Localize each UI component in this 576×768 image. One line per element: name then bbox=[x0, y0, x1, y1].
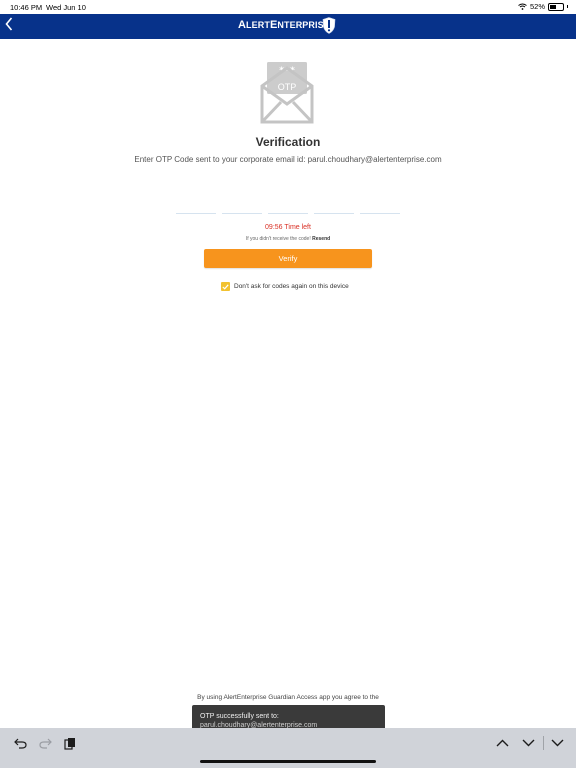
terms-text: By using AlertEnterprise Guardian Access… bbox=[197, 694, 379, 701]
chevron-down-icon[interactable] bbox=[521, 736, 535, 750]
shield-icon bbox=[322, 17, 336, 34]
remember-device-checkbox[interactable] bbox=[221, 282, 230, 291]
redo-icon[interactable] bbox=[38, 736, 52, 750]
page-title: Verification bbox=[255, 135, 321, 149]
status-bar: 10:46 PM Wed Jun 10 52% bbox=[0, 0, 576, 14]
otp-digit-input[interactable] bbox=[314, 200, 354, 214]
otp-instructions: Enter OTP Code sent to your corporate em… bbox=[134, 155, 442, 164]
chevron-left-icon bbox=[5, 17, 13, 31]
remember-device-option[interactable]: Don't ask for codes again on this device bbox=[221, 282, 349, 291]
remember-device-label: Don't ask for codes again on this device bbox=[234, 283, 349, 290]
status-right: 52% bbox=[518, 2, 568, 11]
status-date: Wed Jun 10 bbox=[46, 3, 86, 12]
svg-text:OTP: OTP bbox=[278, 82, 297, 92]
verify-button[interactable]: Verify bbox=[204, 249, 372, 268]
otp-digit-input[interactable] bbox=[360, 200, 400, 214]
keyboard-dismiss-icon[interactable] bbox=[550, 736, 564, 750]
status-time: 10:46 PM bbox=[10, 3, 43, 12]
paste-icon[interactable] bbox=[63, 736, 77, 750]
toast-message: OTP successfully sent to: bbox=[200, 713, 279, 720]
countdown-timer: 09:56 Time left bbox=[265, 224, 311, 231]
wifi-icon bbox=[518, 3, 527, 10]
undo-icon[interactable] bbox=[13, 736, 27, 750]
battery-percent: 52% bbox=[529, 2, 545, 11]
otp-envelope-icon: *** OTP bbox=[260, 62, 314, 124]
otp-digit-input[interactable] bbox=[222, 200, 262, 214]
brand-logo: ALERTENTERPRISE bbox=[238, 19, 330, 31]
back-button[interactable] bbox=[5, 17, 13, 36]
resend-prompt: If you didn't receive the code! bbox=[245, 236, 311, 242]
toolbar-divider bbox=[543, 736, 544, 750]
nav-bar: ALERTENTERPRISE bbox=[0, 14, 576, 39]
checkmark-icon bbox=[222, 283, 229, 290]
battery-icon bbox=[548, 2, 564, 11]
resend-link[interactable]: Resend bbox=[312, 236, 330, 242]
resend-line: If you didn't receive the code! Resend bbox=[0, 236, 576, 242]
chevron-up-icon[interactable] bbox=[495, 736, 509, 750]
otp-digit-input[interactable] bbox=[268, 200, 308, 214]
otp-digit-input[interactable] bbox=[176, 200, 216, 214]
otp-input-group bbox=[176, 200, 400, 214]
home-indicator bbox=[200, 760, 376, 763]
